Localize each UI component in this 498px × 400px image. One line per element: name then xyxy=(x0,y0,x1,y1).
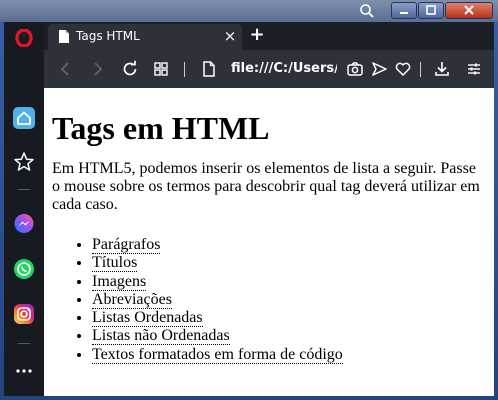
address-bar[interactable]: file:///C:/Users/J xyxy=(231,60,337,78)
list-item: Listas Ordenadas xyxy=(92,309,343,328)
settings-icon[interactable] xyxy=(465,60,483,78)
list-item: Parágrafos xyxy=(92,236,343,254)
whatsapp-icon[interactable] xyxy=(12,257,36,281)
list-item-term[interactable]: Textos formatados em forma de código xyxy=(92,345,343,364)
download-icon[interactable] xyxy=(433,60,451,78)
window-titlebar[interactable] xyxy=(0,0,498,22)
list-item-term[interactable]: Imagens xyxy=(92,272,147,291)
tab-tags-html[interactable]: Tags HTML × xyxy=(48,24,242,50)
back-icon[interactable] xyxy=(57,60,75,78)
list-item-term[interactable]: Títulos xyxy=(92,254,138,273)
window-bottom-border xyxy=(0,396,498,400)
forward-icon[interactable] xyxy=(88,60,106,78)
list-item: Títulos xyxy=(92,254,343,273)
toolbar-separator xyxy=(184,62,185,77)
intro-paragraph: Em HTML5, podemos inserir os elementos d… xyxy=(52,160,480,213)
close-tab-icon[interactable]: × xyxy=(222,27,238,45)
page-content: Tags em HTML Em HTML5, podemos inserir o… xyxy=(44,88,494,396)
toolbar-separator xyxy=(420,62,421,77)
tab-title: Tags HTML xyxy=(76,29,140,43)
sidebar-divider xyxy=(18,343,30,344)
window-frame: Tags HTML × + file:///C:/Users/J Tags em… xyxy=(0,0,498,400)
list-item: Listas não Ordenadas xyxy=(92,327,343,346)
new-tab-button[interactable]: + xyxy=(248,25,266,45)
page-heading: Tags em HTML xyxy=(52,110,270,146)
maximize-button[interactable] xyxy=(418,2,444,19)
star-icon[interactable] xyxy=(12,150,36,174)
messenger-icon[interactable] xyxy=(12,212,36,236)
list-item-term[interactable]: Listas Ordenadas xyxy=(92,309,203,328)
reload-icon[interactable] xyxy=(121,60,139,78)
send-icon[interactable] xyxy=(370,60,388,78)
more-icon[interactable] xyxy=(14,364,34,378)
search-icon[interactable] xyxy=(357,3,377,21)
list-item: Textos formatados em forma de código xyxy=(92,345,343,364)
tags-list: Parágrafos Títulos Imagens Abreviações L… xyxy=(52,236,343,364)
list-item-term[interactable]: Listas não Ordenadas xyxy=(92,327,230,346)
tabs-grid-icon[interactable] xyxy=(152,60,170,78)
sidebar-divider xyxy=(18,189,30,190)
list-item: Abreviações xyxy=(92,290,343,309)
heart-icon[interactable] xyxy=(394,60,412,78)
camera-icon[interactable] xyxy=(346,60,364,78)
browser-window: Tags HTML × + file:///C:/Users/J Tags em… xyxy=(4,22,494,396)
list-item-term[interactable]: Abreviações xyxy=(92,290,172,309)
browser-toolbar: file:///C:/Users/J xyxy=(44,50,494,88)
close-button[interactable] xyxy=(445,2,493,19)
opera-logo[interactable] xyxy=(15,28,33,48)
instagram-icon[interactable] xyxy=(12,302,36,326)
home-icon[interactable] xyxy=(12,106,36,130)
list-item-term[interactable]: Parágrafos xyxy=(92,236,161,254)
minimize-button[interactable] xyxy=(391,2,417,19)
opera-sidebar xyxy=(4,22,44,396)
tab-strip: Tags HTML × + xyxy=(44,22,494,50)
page-icon xyxy=(58,29,70,44)
page-info-icon[interactable] xyxy=(200,60,218,78)
list-item: Imagens xyxy=(92,272,343,291)
